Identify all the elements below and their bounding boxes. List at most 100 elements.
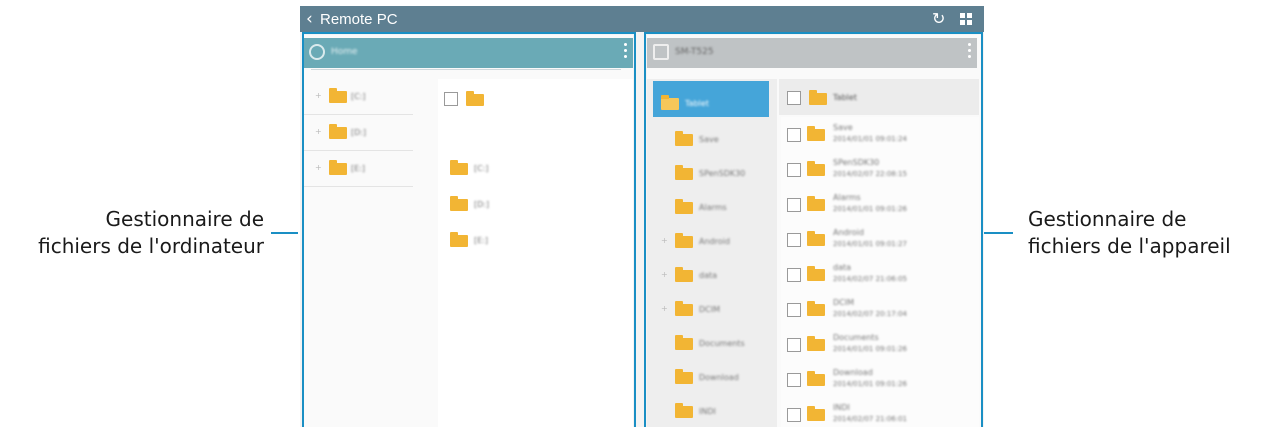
file-row[interactable]: DCIM 2014/02/07 20:17:04 — [781, 292, 979, 328]
tree-item[interactable]: Save — [647, 121, 777, 156]
tree-item-label: Download — [699, 373, 739, 382]
folder-icon — [807, 371, 825, 386]
file-checkbox[interactable] — [787, 338, 801, 352]
grid-view-icon[interactable] — [960, 13, 973, 26]
more-options-icon[interactable] — [624, 43, 627, 63]
file-list-header: Tablet — [779, 79, 979, 115]
file-row[interactable]: Alarms 2014/01/01 09:01:26 — [781, 187, 979, 223]
file-checkbox[interactable] — [787, 268, 801, 282]
file-checkbox[interactable] — [787, 198, 801, 212]
tree-item[interactable]: Alarms — [647, 189, 777, 224]
select-all-checkbox[interactable] — [444, 92, 458, 106]
file-name: DCIM — [833, 298, 855, 307]
file-checkbox[interactable] — [787, 163, 801, 177]
window-title: Remote PC — [320, 11, 398, 28]
folder-icon — [329, 160, 347, 175]
list-item-label: [C:] — [474, 164, 489, 173]
folder-icon — [675, 369, 693, 384]
tree-item[interactable]: Documents — [647, 325, 777, 360]
more-options-icon[interactable] — [968, 43, 971, 63]
tree-item[interactable]: SPenSDK30 — [647, 155, 777, 190]
folder-icon — [675, 267, 693, 282]
pc-file-manager-caption: Gestionnaire de fichiers de l'ordinateur — [0, 206, 264, 260]
file-date: 2014/01/01 09:01:26 — [833, 205, 908, 213]
file-name: Download — [833, 368, 873, 377]
file-name: Documents — [833, 333, 879, 342]
folder-icon — [675, 233, 693, 248]
file-row[interactable]: data 2014/02/07 21:06:05 — [781, 257, 979, 293]
list-item-label: [E:] — [474, 236, 488, 245]
device-file-manager-caption: Gestionnaire de fichiers de l'appareil — [1028, 206, 1231, 260]
file-checkbox[interactable] — [787, 303, 801, 317]
folder-icon — [807, 196, 825, 211]
device-file-manager-panel: SM-T525 Tablet Tablet Save SPenSDK30 Ala… — [647, 35, 981, 427]
tree-item[interactable]: Tablet — [647, 85, 777, 120]
tree-item-label: [C:] — [351, 92, 366, 101]
folder-icon — [675, 403, 693, 418]
file-date: 2014/02/07 21:06:05 — [833, 275, 908, 283]
device-panel-highlight-right — [981, 32, 983, 427]
device-panel-highlight-left — [644, 32, 646, 427]
expand-icon[interactable]: + — [315, 127, 322, 136]
tree-item[interactable]: + Android — [647, 223, 777, 258]
select-all-checkbox[interactable] — [787, 91, 801, 105]
file-row[interactable]: Documents 2014/01/01 09:01:26 — [781, 327, 979, 363]
pc-panel-highlight-right — [634, 32, 636, 427]
tree-item-label: Android — [699, 237, 730, 246]
remote-pc-screen: ‹ Remote PC ↻ Home + [C:] + [D:] + [E:] … — [300, 6, 984, 427]
file-checkbox[interactable] — [787, 233, 801, 247]
pc-caption-leader-line — [271, 232, 298, 234]
refresh-icon[interactable]: ↻ — [932, 10, 945, 28]
expand-icon[interactable]: + — [315, 163, 322, 172]
tree-item[interactable]: + DCIM — [647, 291, 777, 326]
folder-icon — [809, 90, 827, 105]
folder-icon — [807, 161, 825, 176]
back-icon[interactable]: ‹ — [306, 9, 313, 29]
file-checkbox[interactable] — [787, 128, 801, 142]
tree-item-label: [E:] — [351, 164, 365, 173]
folder-icon — [807, 231, 825, 246]
tree-item-label: [D:] — [351, 128, 367, 137]
folder-icon — [675, 301, 693, 316]
tree-item-label: data — [699, 271, 718, 280]
pc-panel-highlight-left — [302, 32, 304, 427]
tree-item[interactable]: + data — [647, 257, 777, 292]
tree-item[interactable]: + [C:] — [303, 79, 413, 115]
expand-icon[interactable]: + — [315, 91, 322, 100]
list-item[interactable]: [C:] — [438, 151, 633, 187]
file-date: 2014/01/01 09:01:26 — [833, 345, 908, 353]
file-row[interactable]: INDI 2014/02/07 21:06:01 — [781, 397, 979, 427]
folder-icon — [466, 91, 484, 106]
file-date: 2014/01/01 09:01:27 — [833, 240, 908, 248]
pc-panel-header: Home — [303, 38, 633, 68]
expand-icon[interactable]: + — [661, 270, 668, 279]
list-item[interactable]: [D:] — [438, 187, 633, 223]
file-name: SPenSDK30 — [833, 158, 880, 167]
file-row[interactable]: Save 2014/01/01 09:01:24 — [781, 117, 979, 153]
file-name: Android — [833, 228, 864, 237]
expand-icon[interactable]: + — [661, 304, 668, 313]
file-checkbox[interactable] — [787, 373, 801, 387]
folder-icon — [807, 266, 825, 281]
header-divider — [311, 69, 621, 70]
file-date: 2014/02/07 22:08:15 — [833, 170, 908, 178]
file-checkbox[interactable] — [787, 408, 801, 422]
current-folder-label: Tablet — [833, 93, 857, 102]
file-row[interactable]: SPenSDK30 2014/02/07 22:08:15 — [781, 152, 979, 188]
list-item[interactable]: [E:] — [438, 223, 633, 259]
tree-item[interactable]: + [E:] — [303, 151, 413, 187]
folder-icon — [807, 406, 825, 421]
folder-icon — [807, 301, 825, 316]
tree-item[interactable]: Download — [647, 359, 777, 394]
pc-file-list: [C:] [D:] [E:] — [438, 79, 633, 427]
tree-item[interactable]: + [D:] — [303, 115, 413, 151]
folder-icon — [661, 95, 679, 110]
file-row[interactable]: Download 2014/01/01 09:01:26 — [781, 362, 979, 398]
tree-item[interactable]: INDI — [647, 393, 777, 427]
device-panel-highlight-top — [644, 32, 983, 34]
pc-panel-highlight-top — [302, 32, 636, 34]
list-item-label: [D:] — [474, 200, 490, 209]
expand-icon[interactable]: + — [661, 236, 668, 245]
file-row[interactable]: Android 2014/01/01 09:01:27 — [781, 222, 979, 258]
folder-icon — [450, 232, 468, 247]
